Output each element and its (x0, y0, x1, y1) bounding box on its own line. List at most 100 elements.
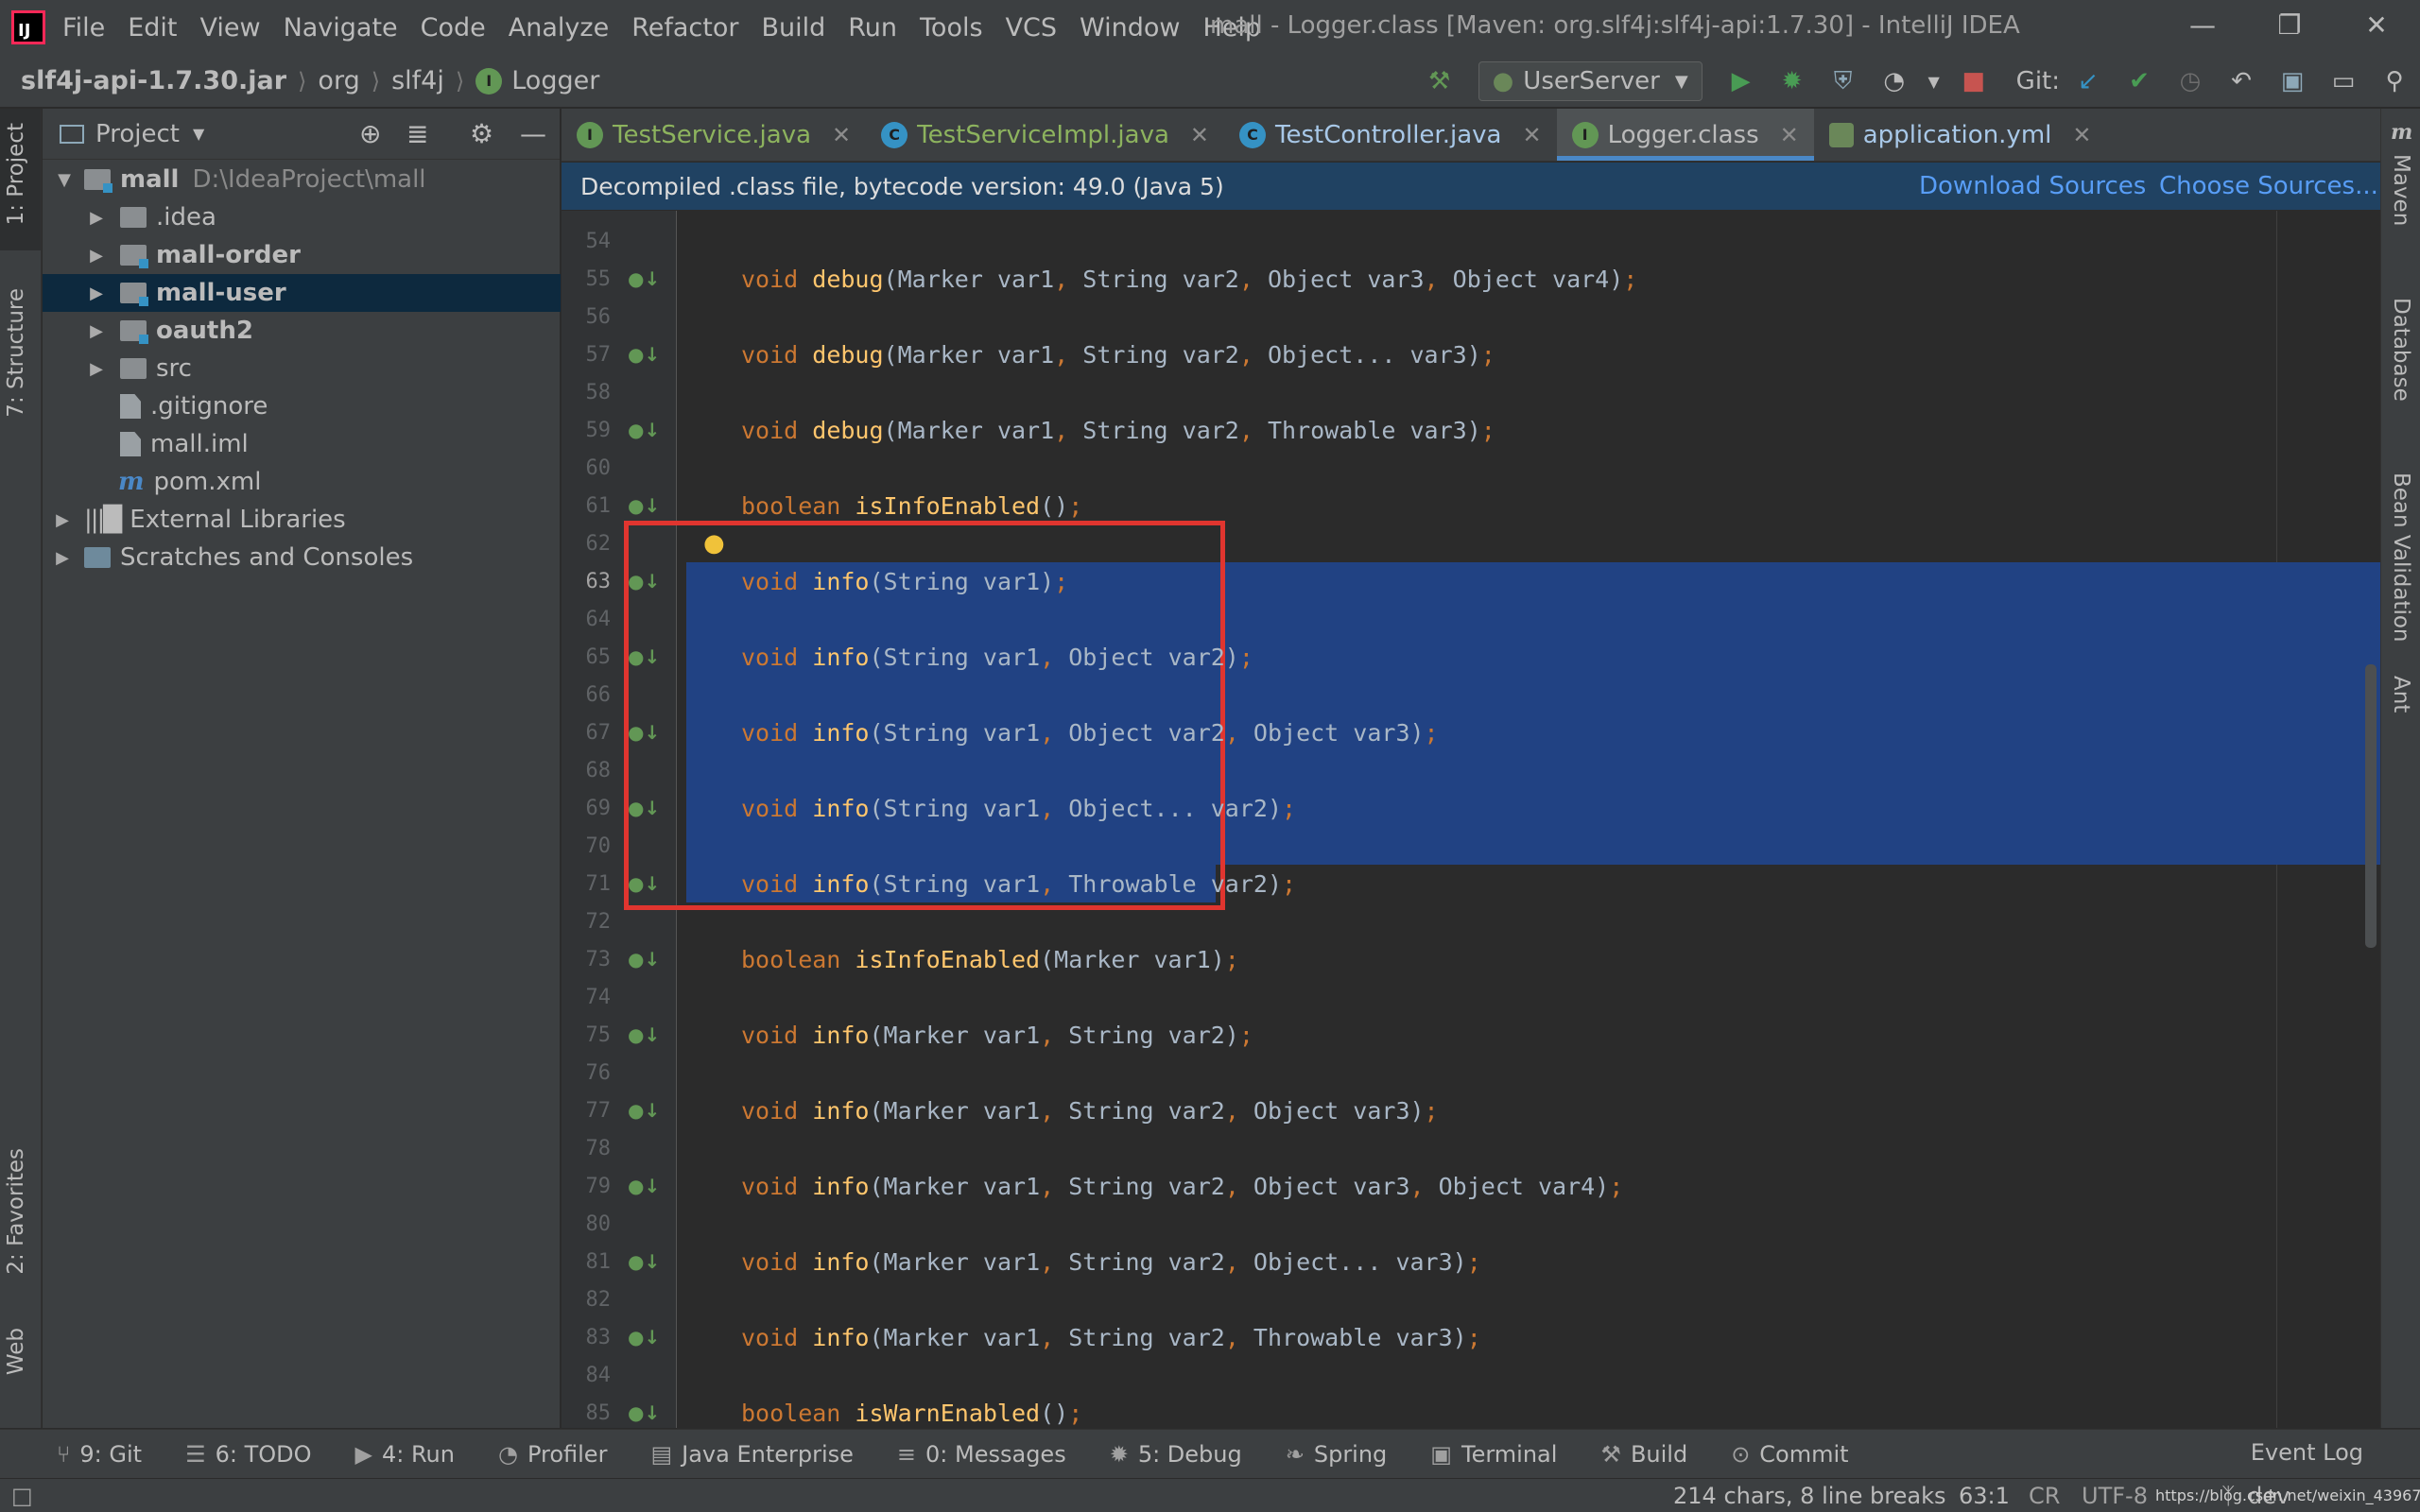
tree-item-src[interactable]: ▶ src (43, 350, 561, 387)
tree-item-mall[interactable]: ▼ mall D:\IdeaProject\mall (43, 161, 561, 198)
implementation-marker-icon[interactable]: ●↓ (628, 419, 660, 441)
breadcrumb-org[interactable]: org (318, 66, 359, 95)
collapsed-arrow-icon[interactable]: ▶ (86, 208, 107, 228)
menu-code[interactable]: Code (421, 13, 486, 43)
project-view-selector[interactable]: Project (95, 120, 180, 148)
collapsed-arrow-icon[interactable]: ▶ (86, 321, 107, 341)
collapsed-arrow-icon[interactable]: ▶ (86, 359, 107, 379)
minimize-icon[interactable]: — (2174, 9, 2231, 41)
presentation-icon[interactable]: ▭ (2321, 59, 2366, 104)
locate-icon[interactable]: ⊕ (359, 118, 381, 149)
collapsed-arrow-icon[interactable]: ▶ (86, 246, 107, 266)
project-tool-tab[interactable]: 1: Project (4, 123, 28, 225)
implementation-marker-icon[interactable]: ●↓ (628, 1099, 660, 1122)
event-log-button[interactable]: Event Log (2251, 1439, 2363, 1466)
implementation-marker-icon[interactable]: ●↓ (628, 1401, 660, 1424)
close-tab-icon[interactable]: ✕ (2072, 122, 2091, 148)
hide-panel-icon[interactable]: — (520, 118, 546, 149)
tree-item-mall-order[interactable]: ▶ mall-order (43, 236, 561, 274)
menu-window[interactable]: Window (1080, 13, 1180, 43)
menu-file[interactable]: File (62, 13, 105, 43)
maven-tool-tab[interactable]: Maven (2389, 154, 2413, 226)
bottom-tool-todo[interactable]: ☰ 6: TODO (185, 1441, 311, 1468)
tree-item-mall-user[interactable]: ▶ mall-user (43, 274, 561, 312)
menu-vcs[interactable]: VCS (1006, 13, 1057, 43)
web-tool-tab[interactable]: Web (4, 1328, 28, 1375)
bottom-tool-terminal[interactable]: ▣ Terminal (1430, 1441, 1557, 1468)
breadcrumb-logger[interactable]: Logger (511, 66, 599, 95)
run-icon[interactable]: ▶ (1719, 59, 1764, 104)
toggle-panels-icon[interactable]: □ (11, 1483, 33, 1509)
menu-analyze[interactable]: Analyze (509, 13, 609, 43)
stop-icon[interactable]: ■ (1951, 59, 1996, 104)
tree-item-pom-xml[interactable]: m pom.xml (43, 463, 561, 501)
menu-refactor[interactable]: Refactor (631, 13, 738, 43)
bean-validation-tool-tab[interactable]: Bean Validation (2389, 472, 2413, 643)
menu-build[interactable]: Build (761, 13, 825, 43)
tab-testserviceimpl[interactable]: C TestServiceImpl.java ✕ (866, 109, 1224, 161)
menu-edit[interactable]: Edit (128, 13, 177, 43)
tab-testcontroller[interactable]: C TestController.java ✕ (1224, 109, 1557, 161)
collapsed-arrow-icon[interactable]: ▶ (52, 548, 73, 568)
tree-item-mall-iml[interactable]: mall.iml (43, 425, 561, 463)
git-history-icon[interactable]: ◷ (2168, 59, 2213, 104)
run-configuration-selector[interactable]: ● UserServer ▼ (1478, 61, 1703, 101)
tree-item-scratches[interactable]: ▶ Scratches and Consoles (43, 539, 561, 576)
git-update-icon[interactable]: ↙ (2066, 59, 2111, 104)
favorites-tool-tab[interactable]: 2: Favorites (4, 1148, 28, 1275)
lightbulb-icon[interactable]: ● (703, 529, 725, 558)
coverage-icon[interactable]: ⛨ (1821, 59, 1866, 104)
database-tool-tab[interactable]: Database (2389, 298, 2413, 402)
implementation-marker-icon[interactable]: ●↓ (628, 1023, 660, 1046)
expanded-arrow-icon[interactable]: ▼ (54, 170, 75, 190)
ant-tool-tab[interactable]: Ant (2389, 676, 2413, 713)
tree-item-external-libraries[interactable]: ▶ |||█ External Libraries (43, 501, 561, 539)
menu-run[interactable]: Run (848, 13, 897, 43)
structure-tool-tab[interactable]: 7: Structure (4, 288, 28, 418)
tree-item-oauth2[interactable]: ▶ oauth2 (43, 312, 561, 350)
code-editor[interactable]: 54 55 ●↓ 56 57 ●↓ 58 59 ●↓ 60 61 ●↓ 62 63 ●↓ 64 65 ●↓ 66 67… (562, 211, 2380, 1428)
close-tab-icon[interactable]: ✕ (832, 122, 851, 148)
file-encoding[interactable]: UTF-8 (2082, 1483, 2148, 1509)
collapse-all-icon[interactable]: ≣ (406, 118, 428, 149)
rollback-icon[interactable]: ↶ (2219, 59, 2264, 104)
build-hammer-icon[interactable]: ⚒ (1417, 59, 1462, 104)
close-tab-icon[interactable]: ✕ (1190, 122, 1209, 148)
breadcrumb-jar[interactable]: slf4j-api-1.7.30.jar (21, 66, 286, 95)
bottom-tool-profiler[interactable]: ◔ Profiler (498, 1441, 607, 1468)
gear-icon[interactable]: ⚙ (470, 118, 493, 149)
bottom-tool-debug[interactable]: ✹ 5: Debug (1110, 1441, 1242, 1468)
git-commit-icon[interactable]: ✔ (2117, 59, 2162, 104)
implementation-marker-icon[interactable]: ●↓ (628, 267, 660, 290)
close-window-icon[interactable]: ✕ (2348, 9, 2405, 41)
tab-application-yml[interactable]: application.yml ✕ (1814, 109, 2107, 161)
implementation-marker-icon[interactable]: ●↓ (628, 494, 660, 517)
bottom-tool-commit[interactable]: ⊙ Commit (1731, 1441, 1848, 1468)
close-tab-icon[interactable]: ✕ (1780, 122, 1799, 148)
restore-icon[interactable]: ❐ (2261, 9, 2318, 41)
profiler-icon[interactable]: ◔ (1872, 59, 1917, 104)
project-structure-icon[interactable]: ▣ (2270, 59, 2315, 104)
vertical-scrollbar[interactable] (2365, 664, 2377, 948)
line-separator[interactable]: CR (2029, 1483, 2060, 1509)
implementation-marker-icon[interactable]: ●↓ (628, 1250, 660, 1273)
tab-testservice[interactable]: I TestService.java ✕ (562, 109, 866, 161)
bottom-tool-messages[interactable]: ≡ 0: Messages (897, 1441, 1066, 1468)
chevron-down-icon[interactable]: ▼ (1923, 59, 1945, 104)
debug-icon[interactable]: ✹ (1770, 59, 1815, 104)
implementation-marker-icon[interactable]: ●↓ (628, 1175, 660, 1197)
chevron-down-icon[interactable]: ▼ (193, 125, 204, 143)
implementation-marker-icon[interactable]: ●↓ (628, 343, 660, 366)
bottom-tool-build[interactable]: ⚒ Build (1600, 1441, 1687, 1468)
download-sources-link[interactable]: Download Sources (1919, 172, 2146, 200)
tree-item-idea[interactable]: ▶ .idea (43, 198, 561, 236)
tab-logger-class[interactable]: I Logger.class ✕ (1556, 109, 1814, 161)
collapsed-arrow-icon[interactable]: ▶ (86, 284, 107, 303)
bottom-tool-git[interactable]: ⑂ 9: Git (57, 1441, 142, 1468)
menu-tools[interactable]: Tools (920, 13, 983, 43)
bottom-tool-java-enterprise[interactable]: ▤ Java Enterprise (650, 1441, 853, 1468)
menu-view[interactable]: View (199, 13, 260, 43)
implementation-marker-icon[interactable]: ●↓ (628, 1326, 660, 1349)
tree-item-gitignore[interactable]: .gitignore (43, 387, 561, 425)
choose-sources-link[interactable]: Choose Sources... (2159, 172, 2378, 200)
